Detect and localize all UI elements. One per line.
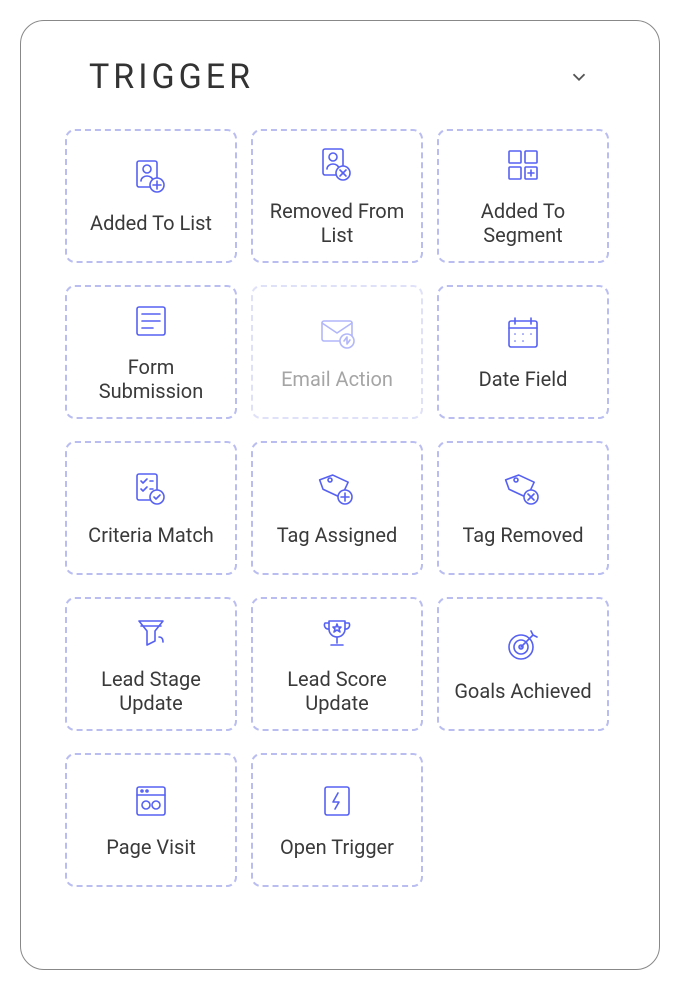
segment-add-icon <box>503 145 543 185</box>
trigger-card-added-to-segment[interactable]: Added To Segment <box>437 129 609 263</box>
trigger-label: Removed From List <box>253 199 421 247</box>
trigger-card-tag-assigned[interactable]: Tag Assigned <box>251 441 423 575</box>
trigger-card-criteria-match[interactable]: Criteria Match <box>65 441 237 575</box>
trigger-label: Lead Score Update <box>253 667 421 715</box>
trigger-label: Added To Segment <box>439 199 607 247</box>
person-list-remove-icon <box>317 145 357 185</box>
email-action-icon <box>317 313 357 353</box>
trigger-label: Form Submission <box>67 355 235 403</box>
trigger-label: Date Field <box>471 367 576 391</box>
trigger-card-lead-score-update[interactable]: Lead Score Update <box>251 597 423 731</box>
tag-add-icon <box>317 469 357 509</box>
form-icon <box>131 301 171 341</box>
trigger-card-goals-achieved[interactable]: Goals Achieved <box>437 597 609 731</box>
funnel-icon <box>131 613 171 653</box>
trigger-label: Tag Assigned <box>269 523 406 547</box>
trigger-card-lead-stage-update[interactable]: Lead Stage Update <box>65 597 237 731</box>
person-list-add-icon <box>131 157 171 197</box>
browser-icon <box>131 781 171 821</box>
trigger-label: Goals Achieved <box>446 679 599 703</box>
trigger-card-form-submission[interactable]: Form Submission <box>65 285 237 419</box>
trigger-label: Email Action <box>273 367 401 391</box>
trigger-label: Tag Removed <box>454 523 591 547</box>
trigger-card-open-trigger[interactable]: Open Trigger <box>251 753 423 887</box>
trigger-label: Added To List <box>82 211 220 235</box>
checklist-icon <box>131 469 171 509</box>
trigger-card-email-action: Email Action <box>251 285 423 419</box>
calendar-icon <box>503 313 543 353</box>
trigger-card-removed-from-list[interactable]: Removed From List <box>251 129 423 263</box>
lightning-icon <box>317 781 357 821</box>
trigger-card-tag-removed[interactable]: Tag Removed <box>437 441 609 575</box>
trophy-icon <box>317 613 357 653</box>
collapse-toggle[interactable] <box>567 65 591 89</box>
trigger-card-page-visit[interactable]: Page Visit <box>65 753 237 887</box>
trigger-panel: TRIGGER Added To ListRemoved From ListAd… <box>20 20 660 970</box>
trigger-label: Open Trigger <box>272 835 402 859</box>
panel-title: TRIGGER <box>89 57 254 97</box>
trigger-label: Page Visit <box>98 835 204 859</box>
trigger-card-added-to-list[interactable]: Added To List <box>65 129 237 263</box>
trigger-label: Lead Stage Update <box>67 667 235 715</box>
panel-header: TRIGGER <box>51 57 629 97</box>
target-icon <box>503 625 543 665</box>
trigger-grid: Added To List Removed From List Added To S… <box>51 129 629 887</box>
tag-remove-icon <box>503 469 543 509</box>
trigger-label: Criteria Match <box>80 523 222 547</box>
chevron-down-icon <box>568 66 590 88</box>
trigger-card-date-field[interactable]: Date Field <box>437 285 609 419</box>
